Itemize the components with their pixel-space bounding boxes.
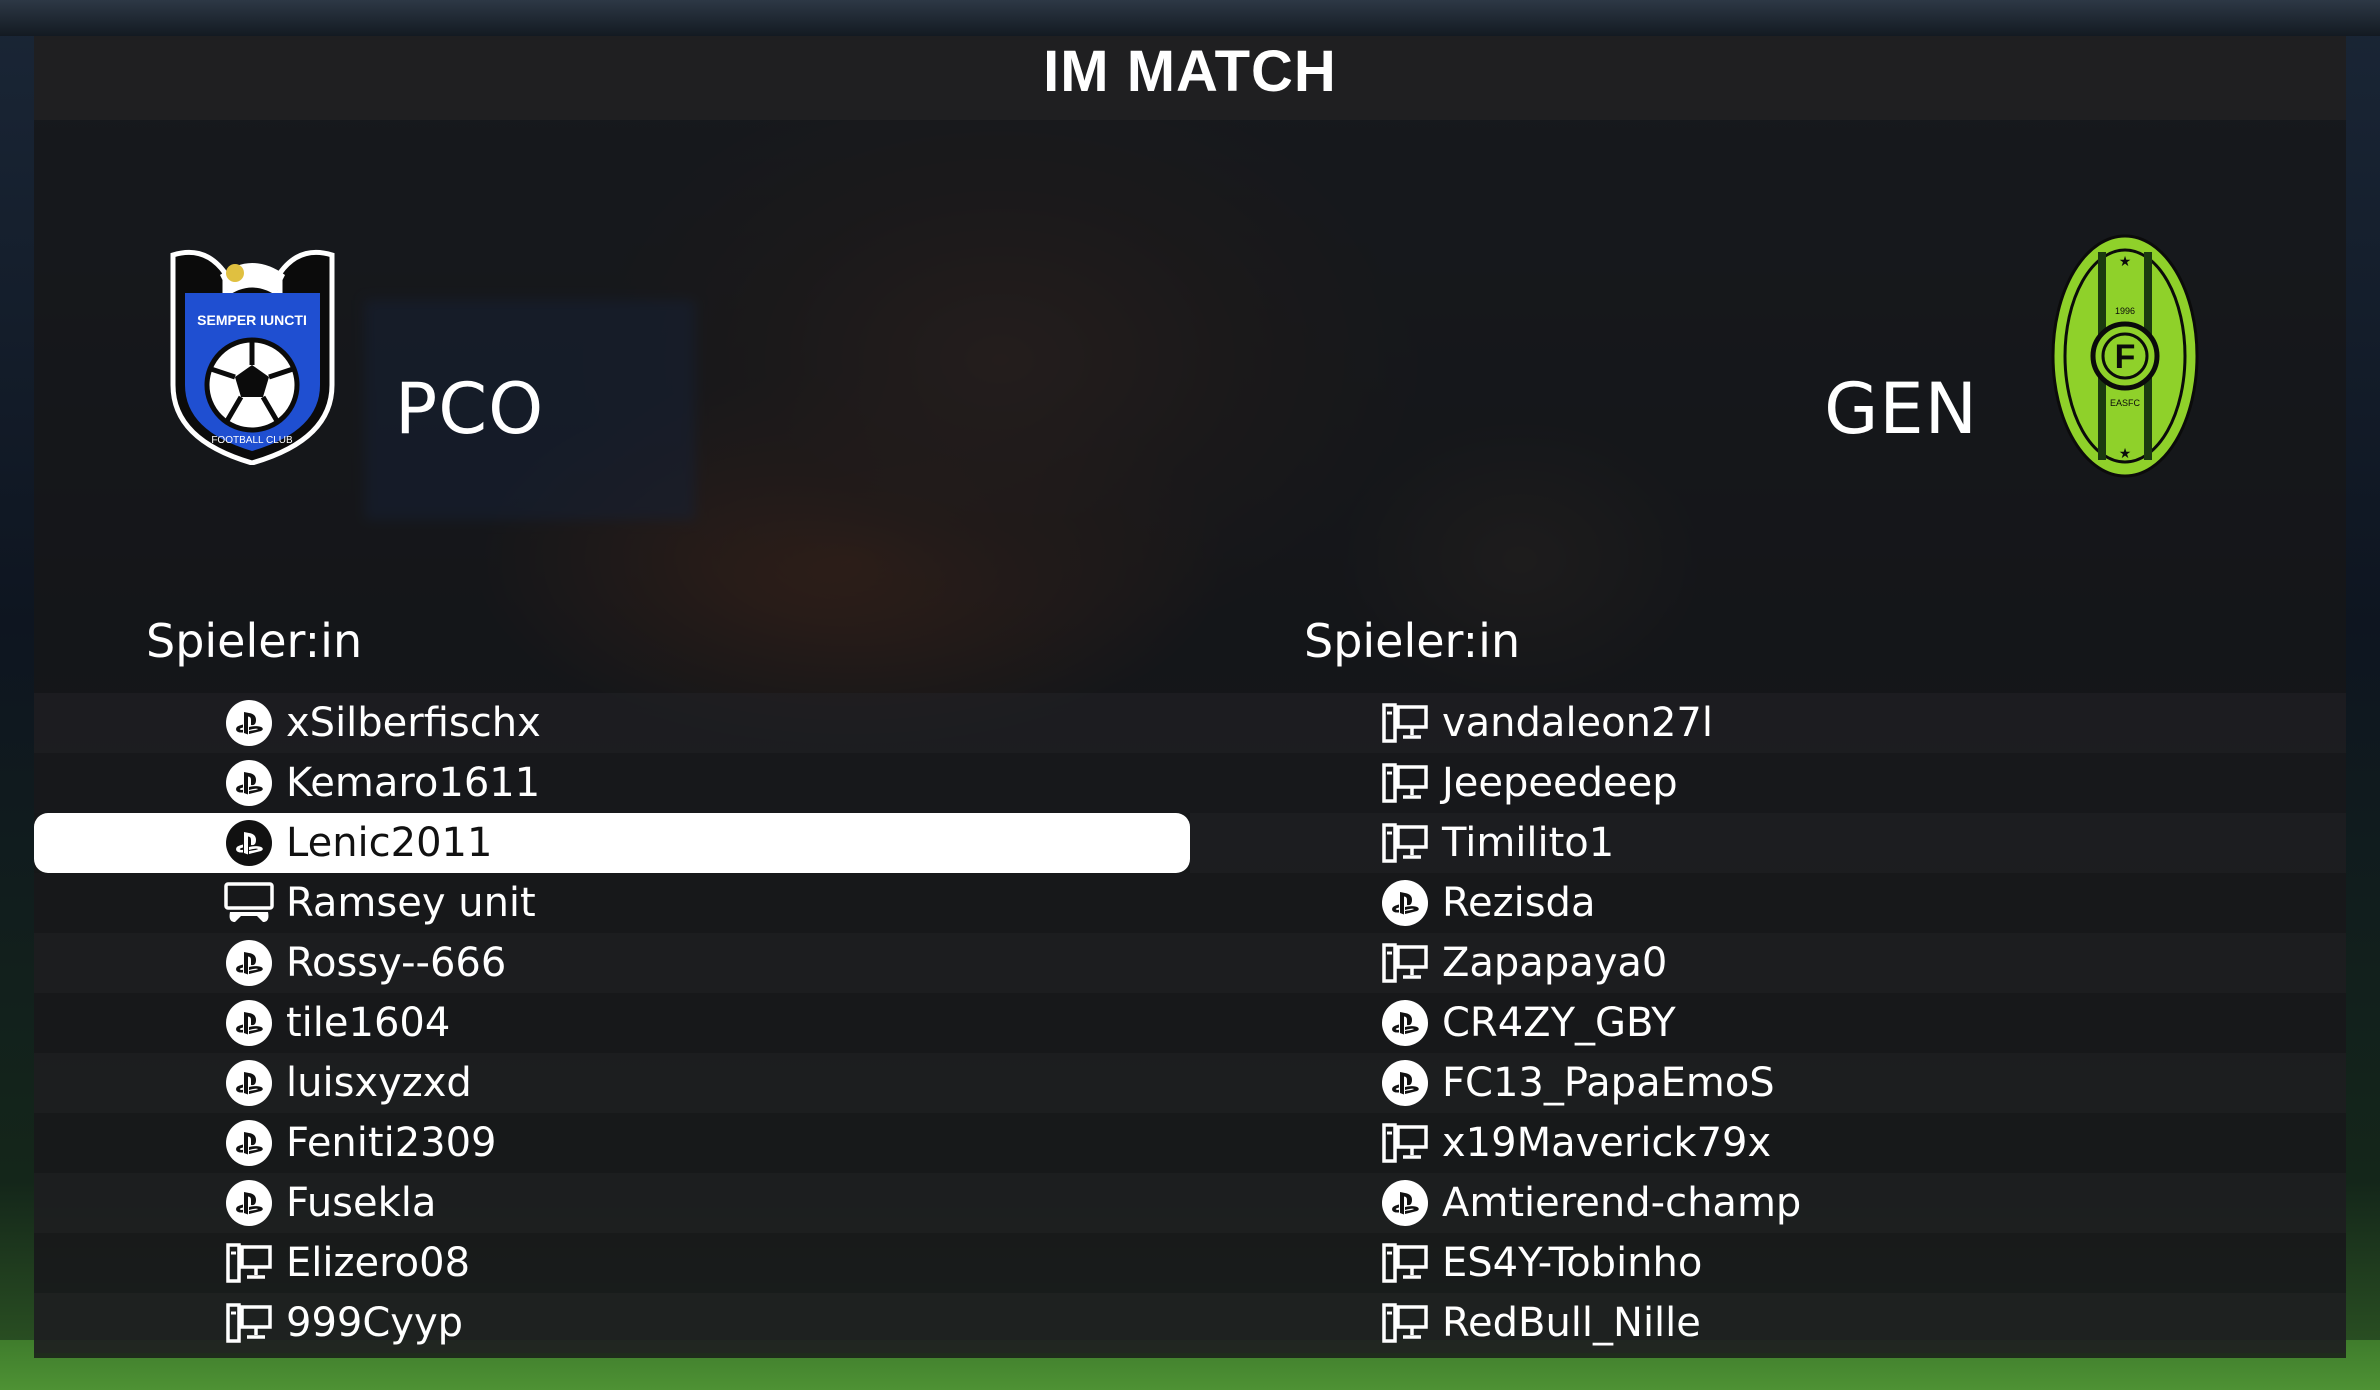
player-name: Fusekla <box>286 1180 437 1226</box>
playstation-icon <box>1380 998 1430 1048</box>
away-team-abbr: GEN <box>1824 368 1978 450</box>
home-player-row[interactable]: Feniti2309 <box>34 1113 1190 1173</box>
player-name: Lenic2011 <box>286 820 493 866</box>
pc-icon <box>1380 1298 1430 1348</box>
playstation-icon <box>1380 1058 1430 1108</box>
home-player-row[interactable]: Rossy--666 <box>34 933 1190 993</box>
player-name: tile1604 <box>286 1000 451 1046</box>
stadium-roof <box>0 0 2380 36</box>
away-crest-subtext: EASFC <box>2110 398 2141 408</box>
player-name: Rossy--666 <box>286 940 507 986</box>
pc-icon <box>224 1238 274 1288</box>
home-player-row[interactable]: Kemaro1611 <box>34 753 1190 813</box>
playstation-icon <box>224 1118 274 1168</box>
player-name: Kemaro1611 <box>286 760 541 806</box>
player-name: CR4ZY_GBY <box>1442 1000 1676 1046</box>
away-player-row[interactable]: Zapapaya0 <box>1190 933 2346 993</box>
home-player-row[interactable]: luisxyzxd <box>34 1053 1190 1113</box>
away-player-row[interactable]: Rezisda <box>1190 873 2346 933</box>
away-players-header: Spieler:in <box>1304 614 1521 668</box>
away-player-row[interactable]: Timilito1 <box>1190 813 2346 873</box>
player-name: Ramsey unit <box>286 880 536 926</box>
home-player-list: xSilberfischx Kemaro1611 Lenic2011 Ramsey u… <box>34 693 1190 1353</box>
pc-icon <box>1380 1118 1430 1168</box>
away-player-row[interactable]: RedBull_Nille <box>1190 1293 2346 1353</box>
player-name: Zapapaya0 <box>1442 940 1668 986</box>
away-player-row[interactable]: FC13_PapaEmoS <box>1190 1053 2346 1113</box>
away-player-row[interactable]: x19Maverick79x <box>1190 1113 2346 1173</box>
player-name: vandaleon27l <box>1442 700 1713 746</box>
pc-icon <box>1380 758 1430 808</box>
home-team-crest-icon: SEMPER IUNCTI FOOTBALL CLUB <box>170 249 335 465</box>
pc-icon <box>1380 698 1430 748</box>
svg-text:★: ★ <box>2119 253 2132 269</box>
home-player-row[interactable]: tile1604 <box>34 993 1190 1053</box>
player-name: xSilberfischx <box>286 700 541 746</box>
pc-icon <box>224 1298 274 1348</box>
home-player-row[interactable]: Elizero08 <box>34 1233 1190 1293</box>
playstation-icon <box>1380 1178 1430 1228</box>
pc-icon <box>1380 1238 1430 1288</box>
playstation-icon <box>224 938 274 988</box>
svg-text:★: ★ <box>2119 445 2132 461</box>
home-player-row[interactable]: 999Cyyp <box>34 1293 1190 1353</box>
away-crest-letter: F <box>2115 338 2136 376</box>
home-team-abbr: PCO <box>395 368 545 450</box>
away-player-row[interactable]: CR4ZY_GBY <box>1190 993 2346 1053</box>
away-player-row[interactable]: vandaleon27l <box>1190 693 2346 753</box>
away-player-row[interactable]: Amtierend-champ <box>1190 1173 2346 1233</box>
playstation-icon <box>1380 878 1430 928</box>
pc-icon <box>1380 818 1430 868</box>
player-name: x19Maverick79x <box>1442 1120 1772 1166</box>
away-team-crest-icon: F 1996 EASFC ★ ★ <box>2051 234 2199 478</box>
home-crest-subtext: FOOTBALL CLUB <box>211 435 293 446</box>
playstation-icon <box>224 998 274 1048</box>
home-player-row[interactable]: Lenic2011 <box>34 813 1190 873</box>
player-name: ES4Y-Tobinho <box>1442 1240 1703 1286</box>
home-player-row[interactable]: Fusekla <box>34 1173 1190 1233</box>
away-player-list: vandaleon27l Jeepeedeep Timilito1 Rezisda Za… <box>1190 693 2346 1353</box>
player-name: luisxyzxd <box>286 1060 472 1106</box>
playstation-icon <box>224 818 274 868</box>
player-name: Rezisda <box>1442 880 1596 926</box>
away-crest-year: 1996 <box>2115 306 2135 316</box>
player-name: Jeepeedeep <box>1442 760 1678 806</box>
player-name: FC13_PapaEmoS <box>1442 1060 1775 1106</box>
home-crest-text: SEMPER IUNCTI <box>197 312 307 328</box>
pc-icon <box>1380 938 1430 988</box>
playstation-icon <box>224 758 274 808</box>
player-name: Elizero08 <box>286 1240 471 1286</box>
home-player-row[interactable]: xSilberfischx <box>34 693 1190 753</box>
page-title: IM MATCH <box>1043 39 1337 104</box>
home-players-header: Spieler:in <box>146 614 363 668</box>
controller-icon <box>224 878 274 928</box>
home-player-row[interactable]: Ramsey unit <box>34 873 1190 933</box>
away-player-row[interactable]: ES4Y-Tobinho <box>1190 1233 2346 1293</box>
playstation-icon <box>224 1058 274 1108</box>
player-name: Feniti2309 <box>286 1120 497 1166</box>
player-name: Timilito1 <box>1442 820 1615 866</box>
away-player-row[interactable]: Jeepeedeep <box>1190 753 2346 813</box>
playstation-icon <box>224 698 274 748</box>
playstation-icon <box>224 1178 274 1228</box>
player-name: 999Cyyp <box>286 1300 464 1346</box>
player-name: RedBull_Nille <box>1442 1300 1701 1346</box>
player-name: Amtierend-champ <box>1442 1180 1802 1226</box>
